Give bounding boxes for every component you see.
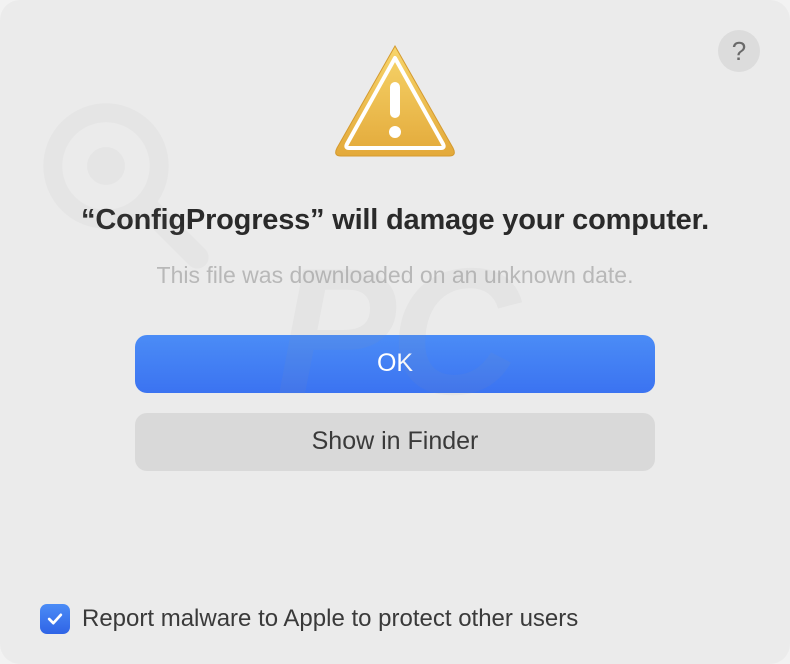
warning-icon	[331, 40, 459, 160]
security-alert-dialog: PC ? “ConfigProgress” will damage your c…	[0, 0, 790, 664]
ok-button-label: OK	[377, 349, 413, 378]
ok-button[interactable]: OK	[135, 335, 655, 393]
report-malware-row: Report malware to Apple to protect other…	[40, 604, 578, 634]
check-icon	[45, 609, 65, 629]
watermark-magnifier-icon	[30, 90, 220, 285]
question-mark-icon: ?	[732, 36, 746, 67]
help-button[interactable]: ?	[718, 30, 760, 72]
report-malware-checkbox[interactable]	[40, 604, 70, 634]
dialog-title: “ConfigProgress” will damage your comput…	[81, 202, 709, 240]
report-malware-label[interactable]: Report malware to Apple to protect other…	[82, 605, 578, 633]
show-in-finder-label: Show in Finder	[312, 427, 479, 456]
dialog-subtitle: This file was downloaded on an unknown d…	[157, 262, 634, 289]
button-group: OK Show in Finder	[135, 335, 655, 471]
show-in-finder-button[interactable]: Show in Finder	[135, 413, 655, 471]
